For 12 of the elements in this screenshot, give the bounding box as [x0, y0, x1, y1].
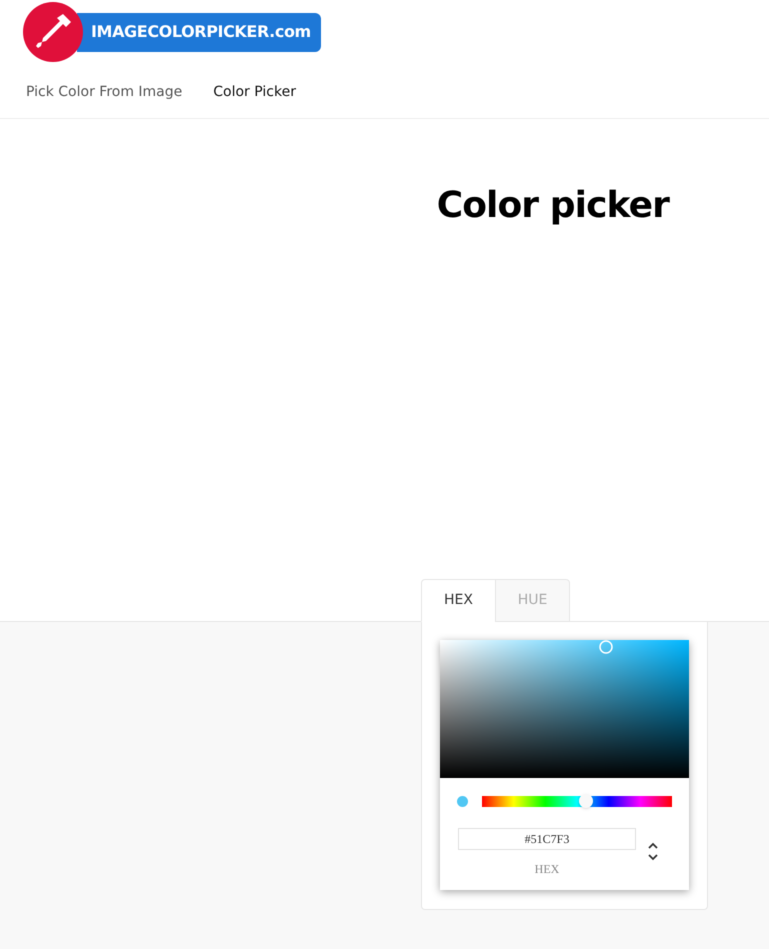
format-tab[interactable]: HEX [421, 579, 496, 622]
up-down-chevrons-icon[interactable] [648, 842, 658, 862]
site-logo[interactable]: IMAGECOLORPICKER.com [23, 2, 321, 62]
format-label: HEX [534, 861, 560, 878]
nav-link[interactable]: Color Picker [213, 82, 296, 103]
hue-slider[interactable] [482, 796, 672, 807]
hue-slider-thumb[interactable] [578, 794, 593, 808]
page-heading: Color picker [436, 184, 669, 228]
saturation-area[interactable] [440, 640, 689, 778]
logo-text: IMAGECOLORPICKER.com [77, 12, 321, 52]
nav-link[interactable]: Pick Color From Image [26, 82, 182, 103]
hex-input[interactable]: #51C7F3 [458, 828, 636, 850]
